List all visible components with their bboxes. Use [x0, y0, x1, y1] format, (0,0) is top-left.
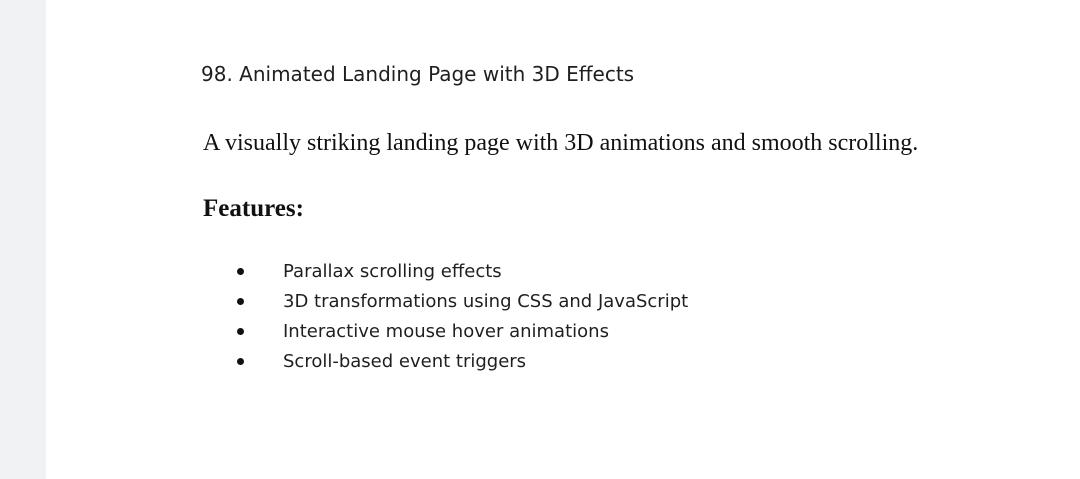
feature-text: Parallax scrolling effects [283, 260, 502, 282]
bullet-icon [237, 357, 244, 365]
feature-text: Scroll-based event triggers [283, 350, 527, 372]
list-item: Scroll-based event triggers [237, 346, 688, 376]
feature-list: Parallax scrolling effects 3D transforma… [237, 256, 688, 376]
list-item: Parallax scrolling effects [237, 256, 688, 286]
feature-text: 3D transformations using CSS and JavaScr… [283, 290, 689, 312]
document-viewer: 98. Animated Landing Page with 3D Effect… [0, 0, 1080, 479]
list-item: Interactive mouse hover animations [237, 316, 688, 346]
document-page: 98. Animated Landing Page with 3D Effect… [46, 0, 1080, 479]
bullet-icon [237, 267, 244, 275]
list-item: 3D transformations using CSS and JavaScr… [237, 286, 688, 316]
project-description: A visually striking landing page with 3D… [203, 130, 919, 156]
bullet-icon [237, 327, 244, 335]
features-heading: Features: [203, 195, 304, 222]
bullet-icon [237, 297, 244, 305]
feature-text: Interactive mouse hover animations [283, 320, 609, 342]
section-heading: 98. Animated Landing Page with 3D Effect… [201, 62, 635, 86]
